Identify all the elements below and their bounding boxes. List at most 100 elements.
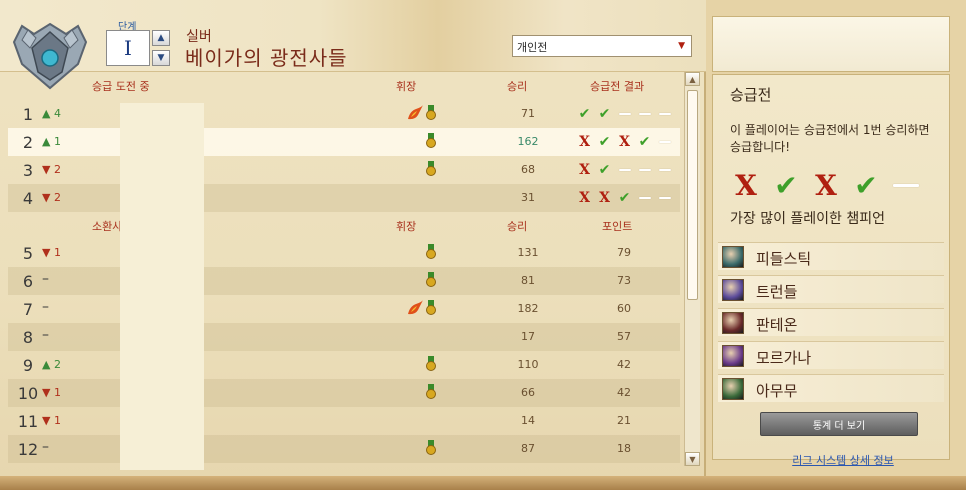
- most-played-title: 가장 많이 플레이한 챔피언: [730, 211, 886, 227]
- series-win-icon: ✔: [598, 162, 611, 178]
- series-loss-icon: X: [579, 134, 590, 150]
- player-info-box: [712, 16, 950, 72]
- series-loss-icon: X: [579, 190, 590, 206]
- veteran-medal-icon: [426, 244, 436, 259]
- series-loss-icon: X: [735, 168, 757, 202]
- series-pending-icon: [656, 106, 673, 122]
- champion-row[interactable]: 판테온: [718, 308, 944, 336]
- promo-row[interactable]: 4 ▼ 2 31 X X ✔: [8, 184, 680, 212]
- champion-portrait-icon: [722, 246, 744, 268]
- champion-row[interactable]: 모르가나: [718, 341, 944, 369]
- champion-row[interactable]: 트런들: [718, 275, 944, 303]
- col-header-wins-2: 승리: [507, 220, 528, 233]
- bottom-frame: [0, 476, 966, 490]
- col-header-points: 포인트: [602, 220, 633, 233]
- series-pending-icon: [636, 162, 653, 178]
- champion-row[interactable]: 피들스틱: [718, 242, 944, 270]
- queue-type-select[interactable]: 개인전 ▼: [512, 35, 692, 57]
- series-pending-icon: [656, 134, 673, 150]
- promotion-description: 이 플레이어는 승급전에서 1번 승리하면 승급합니다!: [730, 123, 930, 154]
- ladder-row[interactable]: 6– 81 73: [8, 267, 680, 295]
- series-loss-icon: X: [599, 190, 610, 206]
- division-display[interactable]: I: [106, 30, 150, 66]
- wins-count: 17: [521, 330, 535, 343]
- division-down-button[interactable]: ▼: [152, 50, 170, 66]
- more-stats-button[interactable]: 통계 더 보기: [760, 412, 918, 436]
- promo-row[interactable]: 3 ▼ 2 68 X ✔: [8, 156, 680, 184]
- league-system-info-link[interactable]: 리그 시스템 상세 정보: [778, 452, 908, 468]
- rank-change: –: [42, 439, 49, 455]
- col-header-series: 승급전 결과: [590, 80, 645, 93]
- rank-change: –: [42, 271, 49, 287]
- scroll-down-button[interactable]: ▼: [685, 452, 700, 466]
- division-up-button[interactable]: ▲: [152, 30, 170, 46]
- rank-change: ▼ 2: [42, 191, 61, 204]
- wins-count: 14: [521, 414, 535, 427]
- chevron-down-icon: ▼: [157, 53, 165, 63]
- veteran-medal-icon: [426, 356, 436, 371]
- rank-number: 2: [22, 133, 34, 152]
- col-header-badges: 휘장: [396, 80, 417, 93]
- champion-name: 피들스틱: [756, 250, 812, 268]
- league-points: 42: [617, 386, 631, 399]
- series-win-icon: ✔: [578, 106, 591, 122]
- badge-list: [390, 384, 436, 400]
- rank-change: ▼ 1: [42, 386, 61, 399]
- ladder-row[interactable]: 9 ▲ 2 110 42: [8, 351, 680, 379]
- rank-number: 11: [17, 412, 39, 431]
- rank-number: 7: [22, 300, 34, 319]
- series-pending-icon: [636, 106, 653, 122]
- silver-tier-emblem-icon: [12, 22, 88, 90]
- badge-list: [390, 272, 436, 288]
- series-win-icon: ✔: [598, 134, 611, 150]
- badge-list: [390, 133, 436, 149]
- promotion-series: ✔ ✔: [576, 106, 673, 122]
- scrollbar-thumb[interactable]: [687, 90, 698, 300]
- league-points: 42: [617, 358, 631, 371]
- veteran-medal-icon: [426, 161, 436, 176]
- champion-portrait-icon: [722, 279, 744, 301]
- wins-count: 31: [521, 191, 535, 204]
- rank-number: 5: [22, 244, 34, 263]
- dropdown-arrow-icon: ▼: [678, 41, 685, 51]
- rank-number: 3: [22, 161, 34, 180]
- rank-number: 6: [22, 272, 34, 291]
- series-win-icon: ✔: [774, 168, 798, 202]
- ladder-row[interactable]: 7– 182 60: [8, 295, 680, 323]
- promo-row[interactable]: 2 ▲ 1 162 X ✔ X ✔: [8, 128, 680, 156]
- ladder-row[interactable]: 11 ▼ 1 14 21: [8, 407, 680, 435]
- ladder-row[interactable]: 8– 17 57: [8, 323, 680, 351]
- champion-row[interactable]: 아무무: [718, 374, 944, 402]
- series-pending-icon: [656, 162, 673, 178]
- series-pending-icon: [890, 170, 922, 200]
- ladder-row[interactable]: 5 ▼ 1 131 79: [8, 239, 680, 267]
- col-header-summoner: 소환사: [92, 220, 123, 233]
- league-points: 21: [617, 414, 631, 427]
- badge-list: [390, 161, 436, 177]
- veteran-medal-icon: [426, 300, 436, 315]
- ladder-row[interactable]: 10 ▼ 1 66 42: [8, 379, 680, 407]
- promo-row[interactable]: 1 ▲ 4 71 ✔ ✔: [8, 100, 680, 128]
- chevron-down-icon: ▼: [689, 454, 696, 464]
- series-win-icon: ✔: [638, 134, 651, 150]
- rank-change: ▼ 2: [42, 163, 61, 176]
- badge-list: [390, 105, 436, 121]
- wins-count: 68: [521, 163, 535, 176]
- rank-number: 12: [17, 440, 39, 459]
- promotion-series: X X ✔: [576, 190, 673, 206]
- scroll-up-button[interactable]: ▲: [685, 72, 700, 86]
- rank-change: ▲ 2: [42, 358, 61, 371]
- badge-list: [390, 300, 436, 316]
- hot-streak-icon: [408, 105, 423, 120]
- wins-count: 110: [517, 358, 539, 371]
- ladder-row[interactable]: 12– 87 18: [8, 435, 680, 463]
- wins-count: 131: [517, 246, 539, 259]
- promotion-title: 승급전: [730, 86, 772, 104]
- standings-scrollbar[interactable]: ▲ ▼: [684, 72, 700, 466]
- promotion-detail-panel: 승급전 이 플레이어는 승급전에서 1번 승리하면 승급합니다! X ✔ X ✔ 가장…: [712, 16, 952, 476]
- league-header: 단계 I ▲ ▼ 실버 베이가의 광전사들 개인전 ▼: [0, 0, 706, 90]
- series-win-icon: ✔: [854, 168, 878, 202]
- wins-count: 66: [521, 386, 535, 399]
- series-pending-icon: [616, 162, 633, 178]
- league-points: 18: [617, 442, 631, 455]
